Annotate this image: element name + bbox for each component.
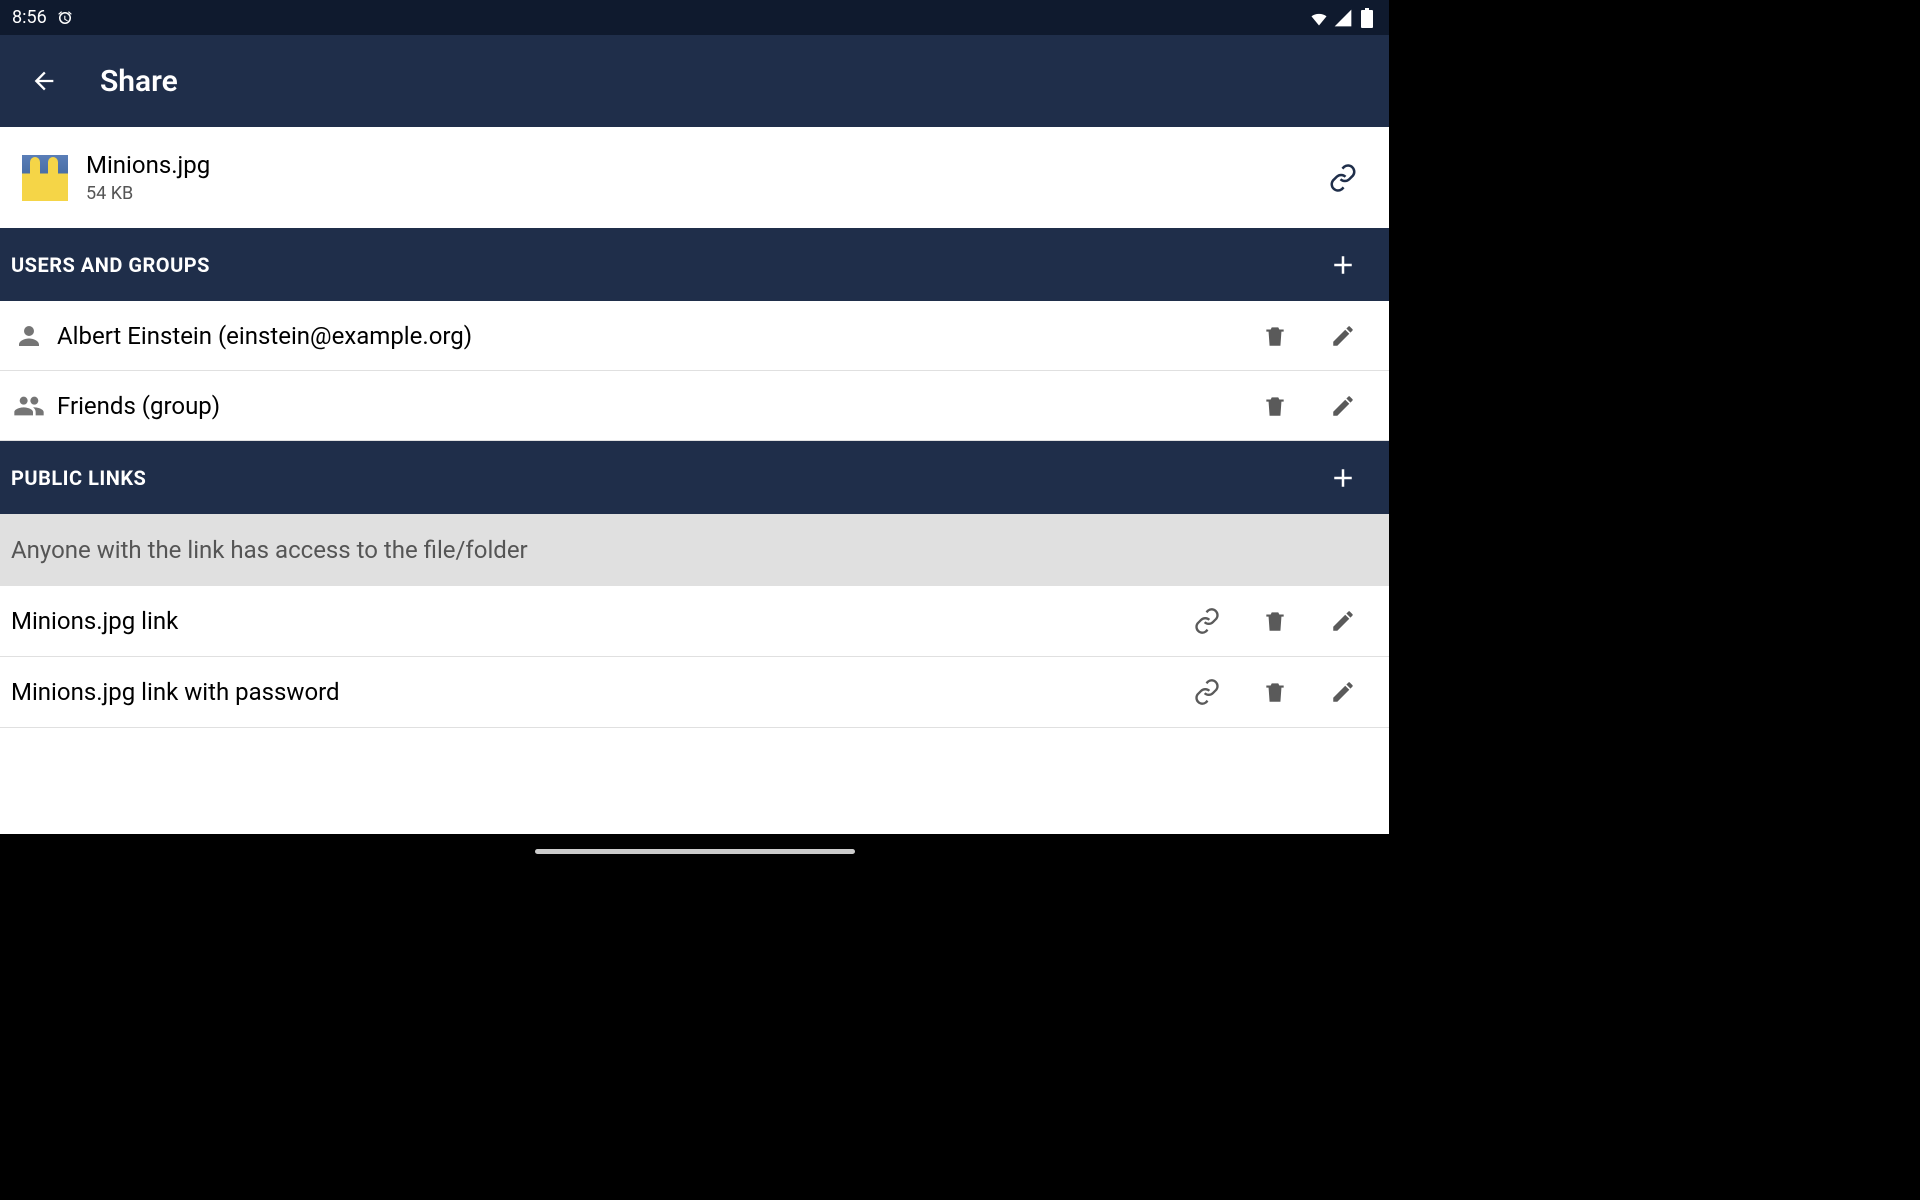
edit-share-button[interactable] bbox=[1319, 382, 1367, 430]
edit-link-button[interactable] bbox=[1319, 597, 1367, 645]
add-public-link-button[interactable] bbox=[1319, 454, 1367, 502]
public-link-label: Minions.jpg link with password bbox=[11, 678, 1163, 706]
trash-icon bbox=[1262, 323, 1288, 349]
copy-link-button[interactable] bbox=[1183, 668, 1231, 716]
add-user-group-button[interactable] bbox=[1319, 241, 1367, 289]
link-icon bbox=[1193, 678, 1221, 706]
file-size: 54 KB bbox=[86, 183, 1319, 204]
share-group-row[interactable]: Friends (group) bbox=[0, 371, 1389, 441]
public-link-row[interactable]: Minions.jpg link with password bbox=[0, 657, 1389, 728]
wifi-icon bbox=[1309, 8, 1329, 28]
status-right bbox=[1309, 8, 1377, 28]
copy-link-button[interactable] bbox=[1183, 597, 1231, 645]
trash-icon bbox=[1262, 393, 1288, 419]
status-bar: 8:56 bbox=[0, 0, 1389, 35]
pencil-icon bbox=[1330, 323, 1356, 349]
link-icon bbox=[1193, 607, 1221, 635]
arrow-back-icon bbox=[30, 67, 58, 95]
nav-handle[interactable] bbox=[535, 849, 855, 854]
delete-link-button[interactable] bbox=[1251, 668, 1299, 716]
person-icon bbox=[11, 318, 47, 354]
signal-icon bbox=[1333, 8, 1353, 28]
pencil-icon bbox=[1330, 608, 1356, 634]
pencil-icon bbox=[1330, 393, 1356, 419]
edit-share-button[interactable] bbox=[1319, 312, 1367, 360]
public-link-row[interactable]: Minions.jpg link bbox=[0, 586, 1389, 657]
trash-icon bbox=[1262, 679, 1288, 705]
public-link-label: Minions.jpg link bbox=[11, 607, 1163, 635]
pencil-icon bbox=[1330, 679, 1356, 705]
users-groups-title: USERS AND GROUPS bbox=[11, 253, 210, 277]
public-links-title: PUBLIC LINKS bbox=[11, 466, 146, 490]
plus-icon bbox=[1328, 463, 1358, 493]
edit-link-button[interactable] bbox=[1319, 668, 1367, 716]
app-bar: Share bbox=[0, 35, 1389, 127]
back-button[interactable] bbox=[20, 57, 68, 105]
status-time: 8:56 bbox=[12, 7, 47, 28]
alarm-icon bbox=[55, 8, 75, 28]
status-left: 8:56 bbox=[12, 7, 75, 28]
trash-icon bbox=[1262, 608, 1288, 634]
share-user-label: Albert Einstein (einstein@example.org) bbox=[57, 322, 1231, 350]
share-user-row[interactable]: Albert Einstein (einstein@example.org) bbox=[0, 301, 1389, 371]
file-header-row: Minions.jpg 54 KB bbox=[0, 127, 1389, 228]
copy-file-link-button[interactable] bbox=[1319, 154, 1367, 202]
users-groups-header: USERS AND GROUPS bbox=[0, 228, 1389, 301]
battery-icon bbox=[1357, 8, 1377, 28]
public-links-info: Anyone with the link has access to the f… bbox=[0, 514, 1389, 586]
public-links-header: PUBLIC LINKS bbox=[0, 441, 1389, 514]
plus-icon bbox=[1328, 250, 1358, 280]
page-title: Share bbox=[100, 64, 178, 99]
file-name: Minions.jpg bbox=[86, 151, 1319, 179]
delete-link-button[interactable] bbox=[1251, 597, 1299, 645]
group-icon bbox=[11, 388, 47, 424]
share-group-label: Friends (group) bbox=[57, 392, 1231, 420]
delete-share-button[interactable] bbox=[1251, 382, 1299, 430]
file-info: Minions.jpg 54 KB bbox=[86, 151, 1319, 204]
link-icon bbox=[1328, 163, 1358, 193]
system-nav-bar bbox=[0, 834, 1389, 868]
file-thumbnail bbox=[22, 155, 68, 201]
delete-share-button[interactable] bbox=[1251, 312, 1299, 360]
